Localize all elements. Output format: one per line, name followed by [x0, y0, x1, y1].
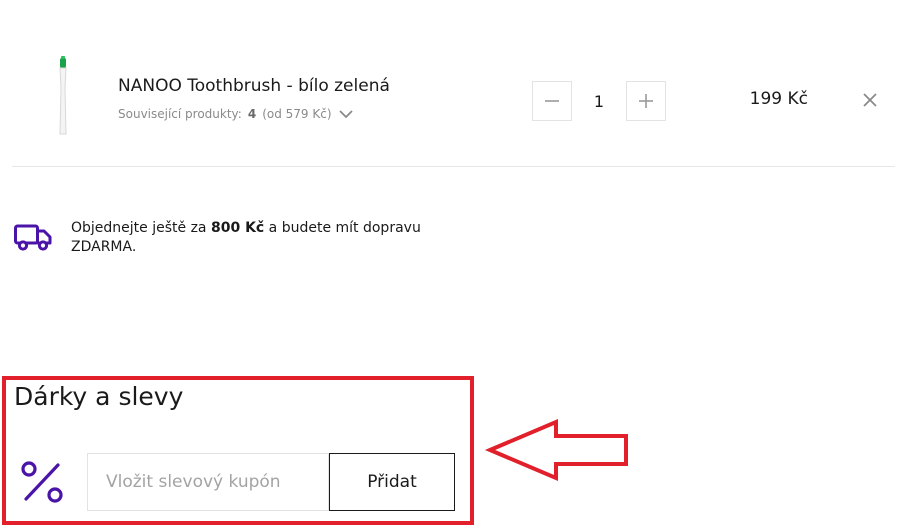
free-shipping-amount: 800 Kč	[210, 220, 265, 236]
related-products-count: 4	[247, 107, 257, 121]
free-shipping-message: Objednejte ještě za 800 Kč a budete mít …	[71, 219, 431, 257]
related-products-toggle[interactable]: Související produkty: 4 (od 579 Kč)	[118, 107, 354, 121]
annotation-arrow	[484, 418, 630, 498]
apply-coupon-button[interactable]: Přidat	[329, 453, 455, 511]
quantity-decrease-button[interactable]	[532, 81, 572, 121]
quantity-value[interactable]: 1	[572, 81, 626, 121]
item-price: 199 Kč	[749, 89, 808, 109]
quantity-increase-button[interactable]	[626, 81, 666, 121]
minus-icon	[545, 100, 559, 102]
truck-icon	[14, 222, 52, 252]
plus-icon	[639, 94, 653, 108]
product-name[interactable]: NANOO Toothbrush - bílo zelená	[118, 76, 390, 96]
cart-page: NANOO Toothbrush - bílo zelená Souvisejí…	[0, 0, 900, 528]
free-shipping-text-before: Objednejte ještě za	[71, 220, 207, 236]
remove-item-button[interactable]	[860, 90, 880, 110]
related-products-label: Související produkty:	[118, 107, 242, 121]
percent-icon	[20, 460, 64, 504]
product-image[interactable]	[52, 54, 74, 136]
coupon-input[interactable]	[87, 453, 329, 511]
section-title: Dárky a slevy	[14, 382, 184, 411]
close-icon	[863, 93, 877, 107]
related-products-price: (od 579 Kč)	[262, 107, 332, 121]
divider	[12, 166, 895, 167]
chevron-down-icon[interactable]	[338, 108, 354, 120]
